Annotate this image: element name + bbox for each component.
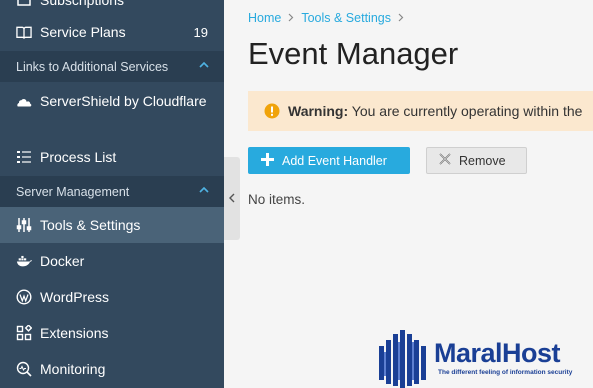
sidebar-item-label: Docker: [40, 253, 85, 269]
warning-icon: [264, 103, 280, 119]
sidebar-item-label: Monitoring: [40, 361, 106, 377]
watermark-tagline: The different feeling of information sec…: [438, 369, 573, 376]
add-event-handler-label: Add Event Handler: [282, 153, 387, 168]
breadcrumb: Home Tools & Settings: [248, 11, 404, 25]
monitoring-icon: [16, 361, 32, 377]
sidebar-item-monitoring[interactable]: Monitoring: [0, 351, 224, 387]
chevron-up-icon: [198, 59, 210, 74]
add-event-handler-button[interactable]: Add Event Handler: [248, 147, 410, 174]
chevron-right-icon: [288, 11, 294, 25]
warning-text: Warning: You are currently operating wit…: [288, 103, 582, 119]
sidebar-item-docker[interactable]: Docker: [0, 243, 224, 279]
warning-message: You are currently operating within the: [351, 103, 583, 119]
sidebar-item-label: Extensions: [40, 325, 109, 341]
sidebar-item-servershield[interactable]: ServerShield by Cloudflare: [0, 90, 224, 132]
remove-icon: [438, 152, 452, 169]
docker-icon: [16, 253, 32, 269]
sidebar-item-process-list[interactable]: Process List: [0, 139, 224, 175]
subscriptions-icon: [16, 0, 32, 8]
sidebar-item-label: WordPress: [40, 289, 109, 305]
remove-button[interactable]: Remove: [426, 147, 527, 174]
remove-label: Remove: [459, 153, 506, 168]
sidebar-item-label: ServerShield by Cloudflare: [40, 93, 207, 109]
watermark-name: MaralHost: [434, 338, 561, 368]
cloud-icon: [16, 94, 32, 110]
plus-icon: [261, 152, 274, 169]
warning-banner: Warning: You are currently operating wit…: [248, 91, 593, 131]
sidebar-item-wordpress[interactable]: WordPress: [0, 279, 224, 315]
sidebar-item-label: Service Plans: [40, 24, 126, 40]
section-links-additional-services[interactable]: Links to Additional Services: [0, 51, 224, 82]
sidebar-item-extensions[interactable]: Extensions: [0, 315, 224, 351]
section-label: Server Management: [16, 184, 130, 199]
sliders-icon: [16, 217, 32, 233]
sidebar-item-label: Process List: [40, 149, 117, 165]
book-icon: [16, 24, 32, 40]
page-title: Event Manager: [248, 36, 459, 71]
breadcrumb-tools-link[interactable]: Tools & Settings: [301, 11, 391, 25]
process-list-icon: [16, 149, 32, 165]
chevron-left-icon: [228, 190, 236, 208]
sidebar-item-label: Tools & Settings: [40, 217, 141, 233]
empty-list-text: No items.: [248, 192, 306, 207]
section-server-management[interactable]: Server Management: [0, 176, 224, 207]
section-label: Links to Additional Services: [16, 59, 169, 74]
sidebar-item-service-plans[interactable]: Service Plans 19: [0, 14, 224, 50]
wordpress-icon: [16, 289, 32, 305]
sidebar-item-label: Subscriptions: [40, 0, 125, 8]
sidebar-item-tools-settings[interactable]: Tools & Settings: [0, 207, 224, 243]
count-badge: 19: [193, 24, 208, 40]
warning-label: Warning:: [288, 103, 349, 119]
chevron-up-icon: [198, 184, 210, 199]
sidebar-collapse-button[interactable]: [224, 157, 240, 240]
extensions-icon: [16, 325, 32, 341]
breadcrumb-home-link[interactable]: Home: [248, 11, 281, 25]
chevron-right-icon: [398, 11, 404, 25]
sidebar: Subscriptions Service Plans 19 Links to …: [0, 0, 224, 388]
maralhost-watermark: MaralHost The different feeling of infor…: [376, 328, 586, 388]
